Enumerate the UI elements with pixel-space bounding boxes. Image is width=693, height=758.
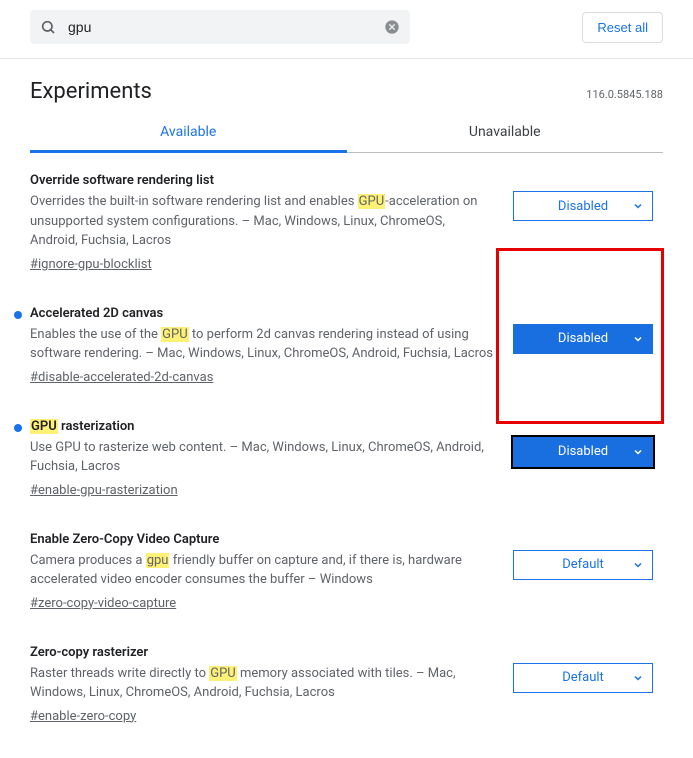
flag-control: Disabled <box>513 419 663 498</box>
flag-select[interactable]: Disabled <box>513 324 653 354</box>
flag-select[interactable]: Disabled <box>513 437 653 467</box>
page-title: Experiments <box>30 79 152 104</box>
search-icon <box>40 19 56 35</box>
flag-title: Zero-copy rasterizer <box>30 645 493 660</box>
search-input[interactable] <box>66 18 384 36</box>
flag-row: Enable Zero-Copy Video Capture Camera pro… <box>30 512 663 625</box>
flag-title: Override software rendering list <box>30 173 493 188</box>
flag-select-value: Disabled <box>558 444 608 459</box>
flag-description: Enables the use of the GPU to perform 2d… <box>30 325 493 364</box>
clear-search-icon[interactable] <box>384 19 400 35</box>
tabs: Available Unavailable <box>30 112 663 153</box>
flag-control: Disabled <box>513 306 663 385</box>
tab-available[interactable]: Available <box>30 112 347 153</box>
chevron-down-icon <box>632 559 644 571</box>
flag-row: Override software rendering list Override… <box>30 153 663 286</box>
modified-indicator-icon <box>14 424 22 432</box>
chevron-down-icon <box>632 200 644 212</box>
flag-select[interactable]: Default <box>513 550 653 580</box>
version-label: 116.0.5845.188 <box>586 88 663 101</box>
flag-description: Overrides the built-in software renderin… <box>30 192 493 251</box>
chevron-down-icon <box>632 446 644 458</box>
flag-select-value: Disabled <box>558 331 608 346</box>
flag-body: GPU rasterization Use GPU to rasterize we… <box>30 419 493 498</box>
flag-hash-link[interactable]: #ignore-gpu-blocklist <box>30 257 152 272</box>
flag-control: Default <box>513 532 663 611</box>
flag-body: Zero-copy rasterizer Raster threads write… <box>30 645 493 724</box>
flag-title: Enable Zero-Copy Video Capture <box>30 532 493 547</box>
flag-control: Disabled <box>513 173 663 272</box>
flag-select-value: Default <box>562 670 604 685</box>
flag-description: Raster threads write directly to GPU mem… <box>30 664 493 703</box>
flag-row: Zero-copy rasterizer Raster threads write… <box>30 625 663 738</box>
flag-hash-link[interactable]: #enable-zero-copy <box>30 709 136 724</box>
flag-description: Camera produces a gpu friendly buffer on… <box>30 551 493 590</box>
flag-description: Use GPU to rasterize web content. – Mac,… <box>30 438 493 477</box>
flag-title: GPU rasterization <box>30 419 493 434</box>
flag-row: GPU rasterization Use GPU to rasterize we… <box>30 399 663 512</box>
flag-row: Accelerated 2D canvas Enables the use of … <box>30 286 663 399</box>
flag-hash-link[interactable]: #disable-accelerated-2d-canvas <box>30 370 213 385</box>
flag-control: Default <box>513 645 663 724</box>
flags-list: Override software rendering list Override… <box>30 153 663 738</box>
reset-all-button[interactable]: Reset all <box>582 12 663 43</box>
flag-body: Override software rendering list Override… <box>30 173 493 272</box>
flag-hash-link[interactable]: #enable-gpu-rasterization <box>30 483 178 498</box>
chevron-down-icon <box>632 672 644 684</box>
modified-indicator-icon <box>14 311 22 319</box>
flag-body: Enable Zero-Copy Video Capture Camera pro… <box>30 532 493 611</box>
chevron-down-icon <box>632 333 644 345</box>
flag-select[interactable]: Default <box>513 663 653 693</box>
search-box[interactable] <box>30 10 410 44</box>
flag-title: Accelerated 2D canvas <box>30 306 493 321</box>
flag-hash-link[interactable]: #zero-copy-video-capture <box>30 596 176 611</box>
flag-select[interactable]: Disabled <box>513 191 653 221</box>
flag-body: Accelerated 2D canvas Enables the use of … <box>30 306 493 385</box>
tab-unavailable[interactable]: Unavailable <box>347 112 664 152</box>
flag-select-value: Disabled <box>558 199 608 214</box>
flag-select-value: Default <box>562 557 604 572</box>
